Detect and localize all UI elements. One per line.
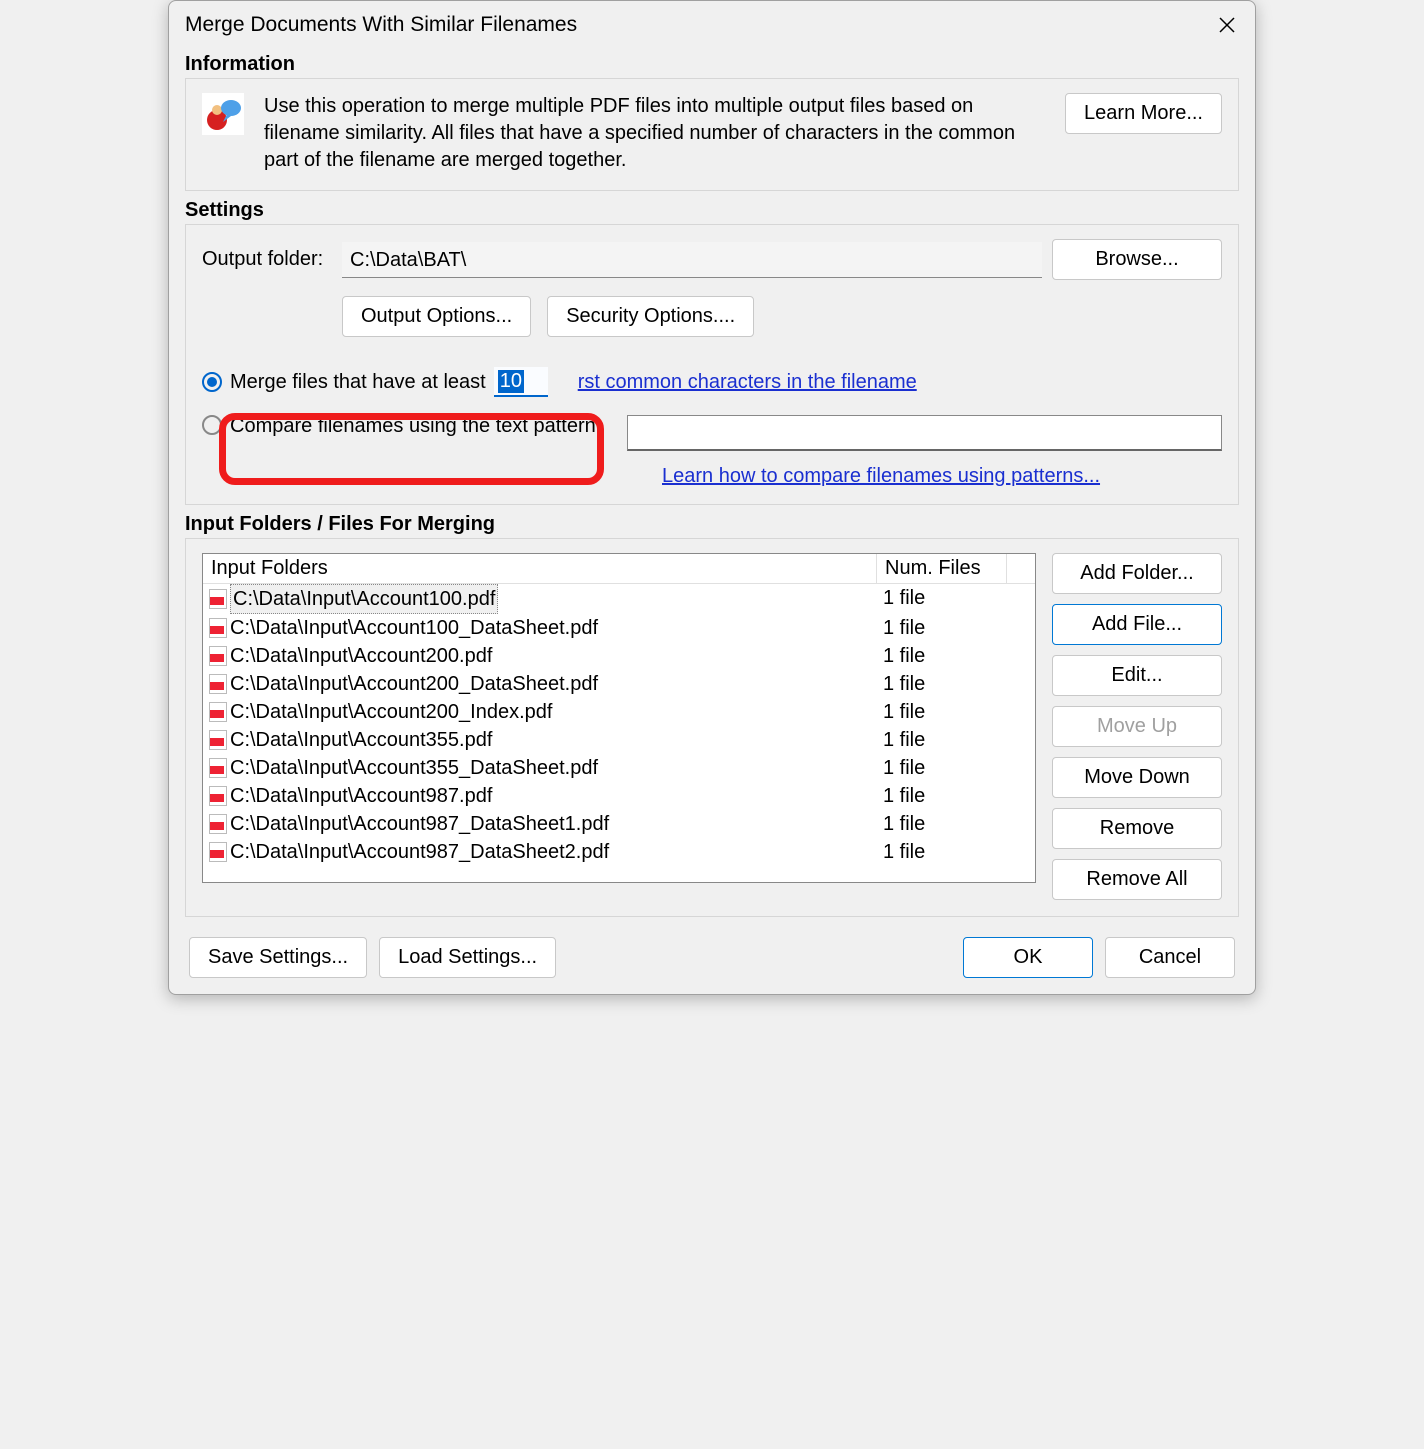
information-heading: Information xyxy=(185,53,1239,76)
edit-button[interactable]: Edit... xyxy=(1052,655,1222,696)
learn-pattern-link[interactable]: Learn how to compare filenames using pat… xyxy=(662,465,1100,487)
pattern-input[interactable] xyxy=(627,415,1222,451)
file-count: 1 file xyxy=(877,810,1035,838)
file-path: C:\Data\Input\Account200_DataSheet.pdf xyxy=(230,670,598,698)
remove-all-button[interactable]: Remove All xyxy=(1052,859,1222,900)
file-count: 1 file xyxy=(877,838,1035,866)
file-action-buttons: Add Folder... Add File... Edit... Move U… xyxy=(1052,553,1222,900)
output-folder-field[interactable]: C:\Data\BAT\ xyxy=(342,242,1042,278)
table-row[interactable]: C:\Data\Input\Account355_DataSheet.pdf 1 … xyxy=(203,754,1035,782)
file-count: 1 file xyxy=(877,754,1035,782)
pdf-icon xyxy=(209,842,227,862)
file-path: C:\Data\Input\Account987.pdf xyxy=(230,782,492,810)
file-list-header: Input Folders Num. Files xyxy=(203,554,1035,584)
cancel-button[interactable]: Cancel xyxy=(1105,937,1235,978)
file-list[interactable]: Input Folders Num. Files C:\Data\Input\A… xyxy=(202,553,1036,883)
table-row[interactable]: C:\Data\Input\Account200_DataSheet.pdf 1 … xyxy=(203,670,1035,698)
input-section: Input Folders / Files For Merging Input … xyxy=(185,513,1239,917)
table-row[interactable]: C:\Data\Input\Account200.pdf 1 file xyxy=(203,642,1035,670)
file-count: 1 file xyxy=(877,614,1035,642)
file-path: C:\Data\Input\Account200_Index.pdf xyxy=(230,698,552,726)
merge-common-chars-radio[interactable] xyxy=(202,372,222,392)
file-path: C:\Data\Input\Account987_DataSheet2.pdf xyxy=(230,838,609,866)
pdf-icon xyxy=(209,702,227,722)
info-icon xyxy=(202,93,244,135)
pdf-icon xyxy=(209,646,227,666)
file-count: 1 file xyxy=(877,782,1035,810)
table-row[interactable]: C:\Data\Input\Account987_DataSheet1.pdf 1… xyxy=(203,810,1035,838)
common-chars-input[interactable]: 10 xyxy=(494,367,548,397)
file-count: 1 file xyxy=(877,726,1035,754)
file-count: 1 file xyxy=(877,670,1035,698)
merge-label-pre: Merge files that have at least xyxy=(230,371,486,394)
file-path: C:\Data\Input\Account100_DataSheet.pdf xyxy=(230,614,598,642)
pdf-icon xyxy=(209,618,227,638)
input-heading: Input Folders / Files For Merging xyxy=(185,513,1239,536)
learn-more-button[interactable]: Learn More... xyxy=(1065,93,1222,134)
file-path: C:\Data\Input\Account355_DataSheet.pdf xyxy=(230,754,598,782)
add-folder-button[interactable]: Add Folder... xyxy=(1052,553,1222,594)
merge-dialog: Merge Documents With Similar Filenames I… xyxy=(168,0,1256,995)
table-row[interactable]: C:\Data\Input\Account355.pdf 1 file xyxy=(203,726,1035,754)
save-settings-button[interactable]: Save Settings... xyxy=(189,937,367,978)
common-chars-link[interactable]: rst common characters in the filename xyxy=(578,371,917,394)
col-input-folders[interactable]: Input Folders xyxy=(203,554,877,583)
dialog-title: Merge Documents With Similar Filenames xyxy=(185,13,577,37)
pdf-icon xyxy=(209,758,227,778)
dialog-footer: Save Settings... Load Settings... OK Can… xyxy=(169,917,1255,978)
table-row[interactable]: C:\Data\Input\Account987_DataSheet2.pdf 1… xyxy=(203,838,1035,866)
table-row[interactable]: C:\Data\Input\Account987.pdf 1 file xyxy=(203,782,1035,810)
file-path: C:\Data\Input\Account100.pdf xyxy=(230,584,498,614)
table-row[interactable]: C:\Data\Input\Account100.pdf 1 file xyxy=(203,584,1035,614)
compare-pattern-radio[interactable] xyxy=(202,415,222,435)
remove-button[interactable]: Remove xyxy=(1052,808,1222,849)
file-count: 1 file xyxy=(877,698,1035,726)
security-options-button[interactable]: Security Options.... xyxy=(547,296,754,337)
settings-heading: Settings xyxy=(185,199,1239,222)
load-settings-button[interactable]: Load Settings... xyxy=(379,937,556,978)
file-path: C:\Data\Input\Account355.pdf xyxy=(230,726,492,754)
compare-pattern-label: Compare filenames using the text pattern… xyxy=(230,415,601,438)
col-num-files[interactable]: Num. Files xyxy=(877,554,1007,583)
information-text: Use this operation to merge multiple PDF… xyxy=(264,93,1029,174)
settings-section: Settings Output folder: C:\Data\BAT\ Bro… xyxy=(185,199,1239,505)
pdf-icon xyxy=(209,674,227,694)
information-section: Information Use this operation to merge … xyxy=(185,53,1239,191)
pdf-icon xyxy=(209,814,227,834)
move-up-button[interactable]: Move Up xyxy=(1052,706,1222,747)
pdf-icon xyxy=(209,730,227,750)
file-count: 1 file xyxy=(877,642,1035,670)
file-count: 1 file xyxy=(877,584,1035,614)
output-options-button[interactable]: Output Options... xyxy=(342,296,531,337)
move-down-button[interactable]: Move Down xyxy=(1052,757,1222,798)
close-icon[interactable] xyxy=(1211,9,1243,41)
file-path: C:\Data\Input\Account200.pdf xyxy=(230,642,492,670)
ok-button[interactable]: OK xyxy=(963,937,1093,978)
titlebar: Merge Documents With Similar Filenames xyxy=(169,1,1255,45)
table-row[interactable]: C:\Data\Input\Account100_DataSheet.pdf 1 … xyxy=(203,614,1035,642)
browse-button[interactable]: Browse... xyxy=(1052,239,1222,280)
add-file-button[interactable]: Add File... xyxy=(1052,604,1222,645)
file-path: C:\Data\Input\Account987_DataSheet1.pdf xyxy=(230,810,609,838)
pdf-icon xyxy=(209,589,227,609)
output-folder-label: Output folder: xyxy=(202,248,332,271)
table-row[interactable]: C:\Data\Input\Account200_Index.pdf 1 file xyxy=(203,698,1035,726)
pdf-icon xyxy=(209,786,227,806)
